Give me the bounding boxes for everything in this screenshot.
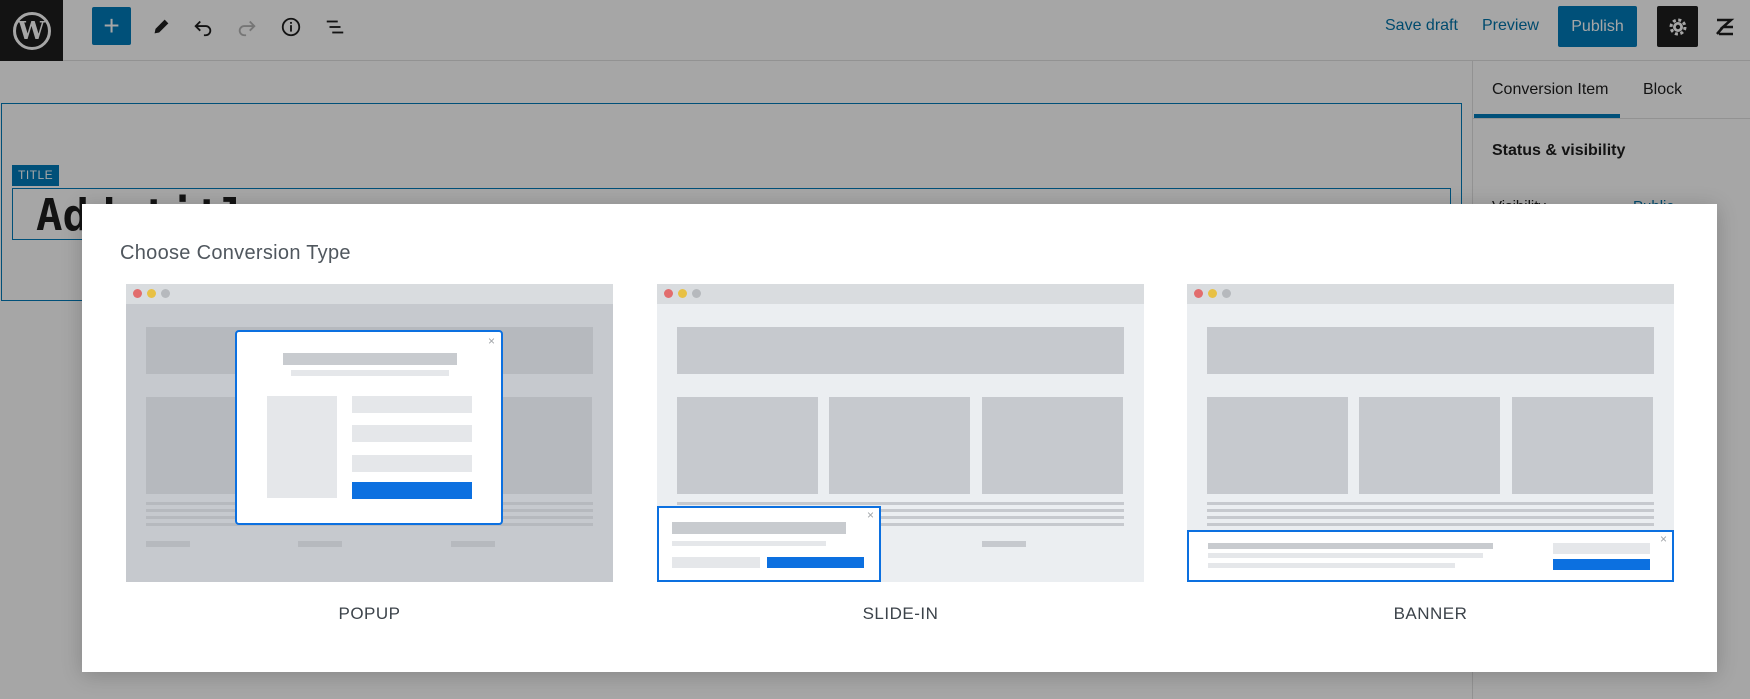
- preview-content-block: [829, 397, 970, 494]
- popup-field: [352, 455, 472, 472]
- preview-content-block: [982, 397, 1123, 494]
- slide-in-subheading-line: [672, 541, 826, 546]
- conversion-type-modal: Choose Conversion Type × POPUP × SLIDE-I…: [82, 204, 1717, 672]
- popup-subheading-line: [291, 370, 449, 376]
- preview-text-line: [1207, 516, 1654, 519]
- window-dot-icon: [664, 289, 673, 298]
- preview-content-block: [1512, 397, 1653, 494]
- preview-footer-block: [451, 541, 495, 547]
- preview-footer-block: [982, 541, 1026, 547]
- preview-header-block: [1207, 327, 1654, 374]
- preview-header-block: [677, 327, 1124, 374]
- slide-in-field: [672, 557, 760, 568]
- slide-in-window: ×: [657, 506, 881, 582]
- browser-chrome: [126, 284, 613, 304]
- slide-in-heading-line: [672, 522, 846, 534]
- preview-content-block: [1359, 397, 1500, 494]
- banner-label: BANNER: [1393, 604, 1468, 623]
- banner-submit: [1553, 559, 1650, 570]
- banner-heading-line: [1208, 543, 1493, 549]
- banner-text-line: [1208, 553, 1483, 558]
- popup-submit: [352, 482, 472, 499]
- window-dot-icon: [678, 289, 687, 298]
- conversion-type-slide-in[interactable]: × SLIDE-IN: [657, 284, 1144, 624]
- slide-in-preview: ×: [657, 284, 1144, 582]
- window-dot-icon: [1222, 289, 1231, 298]
- preview-text-line: [1207, 523, 1654, 526]
- preview-text-line: [1207, 502, 1654, 505]
- slide-in-submit: [767, 557, 864, 568]
- preview-content-block: [1207, 397, 1348, 494]
- browser-chrome: [1187, 284, 1674, 304]
- window-dot-icon: [1208, 289, 1217, 298]
- close-icon: ×: [866, 508, 874, 522]
- conversion-type-banner[interactable]: × BANNER: [1187, 284, 1674, 624]
- preview-footer-block: [298, 541, 342, 547]
- window-dot-icon: [161, 289, 170, 298]
- modal-title: Choose Conversion Type: [120, 242, 351, 264]
- preview-content-block: [677, 397, 818, 494]
- browser-chrome: [657, 284, 1144, 304]
- window-dot-icon: [692, 289, 701, 298]
- preview-text-line: [677, 502, 1124, 505]
- banner-field: [1553, 543, 1650, 554]
- window-dot-icon: [147, 289, 156, 298]
- close-icon: ×: [487, 334, 495, 348]
- popup-heading-line: [283, 353, 457, 365]
- popup-window: ×: [235, 330, 503, 525]
- banner-bar: ×: [1187, 530, 1674, 582]
- banner-text-line: [1208, 563, 1455, 568]
- close-icon: ×: [1659, 532, 1667, 546]
- popup-field: [352, 425, 472, 442]
- window-dot-icon: [133, 289, 142, 298]
- popup-image-block: [267, 396, 337, 498]
- popup-field: [352, 396, 472, 413]
- window-dot-icon: [1194, 289, 1203, 298]
- banner-preview: ×: [1187, 284, 1674, 582]
- preview-text-line: [1207, 509, 1654, 512]
- slide-in-label: SLIDE-IN: [862, 604, 939, 623]
- popup-preview: ×: [126, 284, 613, 582]
- popup-label: POPUP: [338, 604, 401, 623]
- preview-footer-block: [146, 541, 190, 547]
- conversion-type-popup[interactable]: × POPUP: [126, 284, 613, 624]
